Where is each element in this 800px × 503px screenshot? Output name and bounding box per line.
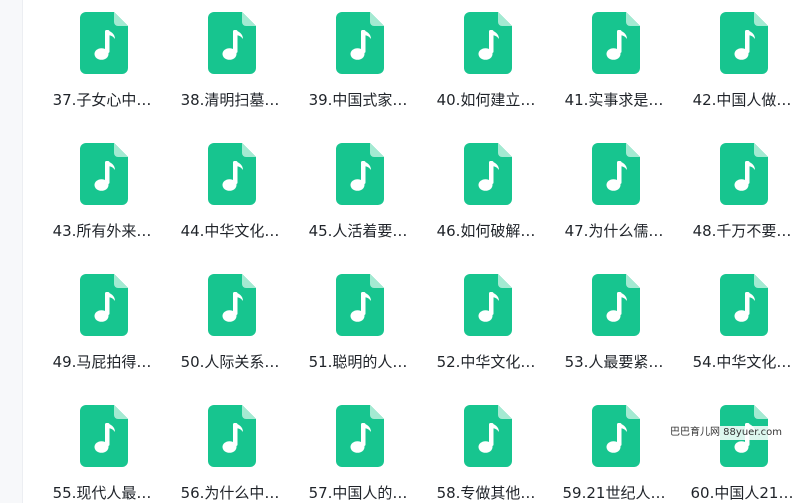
- file-name: 53.人最要紧…: [564, 353, 664, 371]
- file-name: 50.人际关系…: [180, 353, 280, 371]
- music-file-icon: [208, 405, 256, 467]
- file-name: 41.实事求是…: [564, 91, 664, 109]
- music-file-icon: [80, 274, 128, 336]
- file-name: 43.所有外来…: [52, 222, 152, 240]
- file-name: 37.子女心中…: [52, 91, 152, 109]
- file-name: 51.聪明的人…: [308, 353, 408, 371]
- file-item[interactable]: 59.21世纪人…: [550, 393, 678, 503]
- watermark: 巴巴育儿网 88yuer.com: [668, 426, 785, 440]
- music-file-icon: [208, 143, 256, 205]
- file-name: 52.中华文化…: [436, 353, 536, 371]
- file-item[interactable]: 51.聪明的人…: [294, 262, 422, 388]
- music-file-icon: [336, 143, 384, 205]
- file-item[interactable]: 44.中华文化…: [166, 131, 294, 257]
- file-name: 54.中华文化…: [692, 353, 792, 371]
- music-file-icon: [464, 12, 512, 74]
- file-name: 47.为什么儒…: [564, 222, 664, 240]
- music-file-icon: [80, 143, 128, 205]
- file-name: 45.人活着要…: [308, 222, 408, 240]
- file-item[interactable]: 47.为什么儒…: [550, 131, 678, 257]
- file-item[interactable]: 39.中国式家…: [294, 0, 422, 126]
- music-file-icon: [720, 274, 768, 336]
- music-file-icon: [336, 274, 384, 336]
- file-name: 55.现代人最…: [52, 484, 152, 502]
- file-item[interactable]: 48.千万不要…: [678, 131, 800, 257]
- music-file-icon: [80, 405, 128, 467]
- file-item[interactable]: 46.如何破解…: [422, 131, 550, 257]
- music-file-icon: [80, 12, 128, 74]
- music-file-icon: [336, 405, 384, 467]
- file-name: 57.中国人的…: [308, 484, 408, 502]
- music-file-icon: [720, 12, 768, 74]
- file-name: 58.专做其他…: [436, 484, 536, 502]
- file-name: 39.中国式家…: [308, 91, 408, 109]
- file-name: 44.中华文化…: [180, 222, 280, 240]
- file-name: 56.为什么中…: [180, 484, 280, 502]
- file-item[interactable]: 52.中华文化…: [422, 262, 550, 388]
- file-item[interactable]: 60.中国人21…: [678, 393, 800, 503]
- music-file-icon: [208, 12, 256, 74]
- file-name: 40.如何建立…: [436, 91, 536, 109]
- file-name: 38.清明扫墓…: [180, 91, 280, 109]
- file-item[interactable]: 49.马屁拍得…: [38, 262, 166, 388]
- file-item[interactable]: 42.中国人做…: [678, 0, 800, 126]
- music-file-icon: [208, 274, 256, 336]
- file-item[interactable]: 53.人最要紧…: [550, 262, 678, 388]
- music-file-icon: [336, 12, 384, 74]
- file-item[interactable]: 38.清明扫墓…: [166, 0, 294, 126]
- file-item[interactable]: 40.如何建立…: [422, 0, 550, 126]
- file-item[interactable]: 43.所有外来…: [38, 131, 166, 257]
- music-file-icon: [592, 274, 640, 336]
- file-item[interactable]: 37.子女心中…: [38, 0, 166, 126]
- music-file-icon: [592, 405, 640, 467]
- file-name: 42.中国人做…: [692, 91, 792, 109]
- music-file-icon: [592, 12, 640, 74]
- file-name: 49.马屁拍得…: [52, 353, 152, 371]
- file-item[interactable]: 50.人际关系…: [166, 262, 294, 388]
- music-file-icon: [592, 143, 640, 205]
- music-file-icon: [464, 274, 512, 336]
- file-item[interactable]: 56.为什么中…: [166, 393, 294, 503]
- file-item[interactable]: 58.专做其他…: [422, 393, 550, 503]
- left-rail: [0, 0, 23, 503]
- music-file-icon: [464, 405, 512, 467]
- music-file-icon: [720, 143, 768, 205]
- file-name: 48.千万不要…: [692, 222, 792, 240]
- file-item[interactable]: 41.实事求是…: [550, 0, 678, 126]
- file-name: 60.中国人21…: [690, 484, 794, 502]
- file-item[interactable]: 57.中国人的…: [294, 393, 422, 503]
- file-item[interactable]: 45.人活着要…: [294, 131, 422, 257]
- file-name: 59.21世纪人…: [562, 484, 666, 502]
- file-name: 46.如何破解…: [436, 222, 536, 240]
- file-item[interactable]: 55.现代人最…: [38, 393, 166, 503]
- music-file-icon: [464, 143, 512, 205]
- file-browser: 37.子女心中… 38.清明扫墓… 39.中国式家… 40.如何建立… 41.实事求是……: [0, 0, 800, 503]
- file-item[interactable]: 54.中华文化…: [678, 262, 800, 388]
